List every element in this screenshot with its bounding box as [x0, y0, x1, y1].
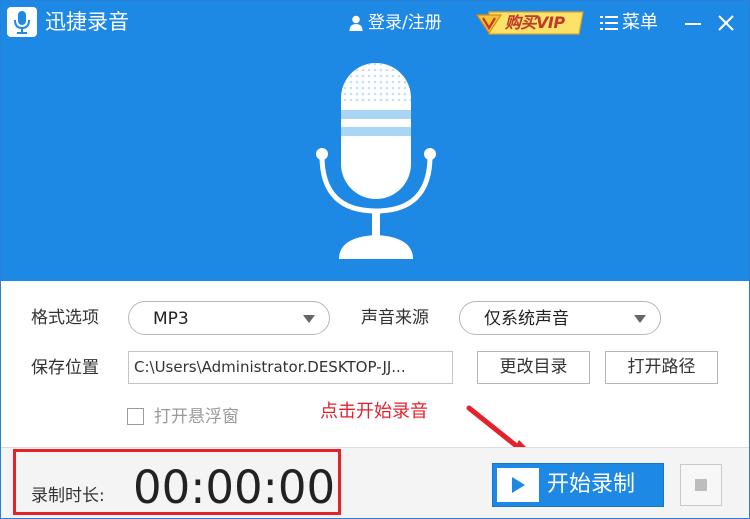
hero-microphone-icon	[316, 63, 436, 259]
app-window: 迅捷录音 登录/注册 购买VIP 菜单 格式选项 MP3 声音来源 仅系统声音 …	[0, 0, 750, 519]
close-icon	[718, 15, 734, 31]
float-window-checkbox[interactable]	[127, 408, 144, 425]
open-path-button[interactable]: 打开路径	[605, 351, 718, 384]
minimize-icon	[685, 23, 701, 25]
source-select-value: 仅系统声音	[484, 309, 569, 329]
buy-vip-label: 购买VIP	[505, 13, 565, 32]
login-register-link[interactable]: 登录/注册	[349, 12, 442, 34]
source-select[interactable]: 仅系统声音	[459, 301, 661, 335]
annotation-text: 点击开始录音	[320, 401, 428, 422]
close-button[interactable]	[714, 11, 738, 35]
duration-label: 录制时长:	[31, 486, 105, 506]
menu-label: 菜单	[622, 12, 658, 33]
change-directory-button[interactable]: 更改目录	[477, 351, 590, 384]
buy-vip-button[interactable]: 购买VIP	[475, 10, 585, 36]
format-label: 格式选项	[31, 308, 99, 328]
start-recording-label: 开始录制	[547, 472, 636, 497]
menu-button[interactable]: 菜单	[600, 11, 658, 35]
stop-recording-button[interactable]	[680, 464, 722, 506]
app-title: 迅捷录音	[45, 10, 129, 34]
format-select[interactable]: MP3	[128, 301, 330, 335]
user-icon	[349, 15, 363, 31]
header: 迅捷录音 登录/注册 购买VIP 菜单	[1, 1, 749, 281]
app-logo-microphone-icon	[7, 7, 37, 37]
save-path-field[interactable]: C:\Users\Administrator.DESKTOP-JJ...	[128, 351, 453, 384]
login-register-label: 登录/注册	[368, 13, 442, 33]
stop-icon	[695, 479, 707, 491]
float-window-label: 打开悬浮窗	[154, 407, 239, 427]
titlebar: 迅捷录音 登录/注册 购买VIP 菜单	[1, 1, 749, 45]
source-label: 声音来源	[361, 308, 429, 328]
play-icon	[497, 468, 539, 502]
chevron-down-icon	[303, 315, 315, 323]
save-location-label: 保存位置	[31, 358, 99, 378]
duration-value: 00:00:00	[133, 461, 336, 514]
hamburger-icon	[600, 16, 618, 30]
chevron-down-icon	[634, 315, 646, 323]
minimize-button[interactable]	[681, 11, 705, 35]
format-select-value: MP3	[153, 309, 189, 329]
start-recording-button[interactable]: 开始录制	[492, 463, 664, 507]
